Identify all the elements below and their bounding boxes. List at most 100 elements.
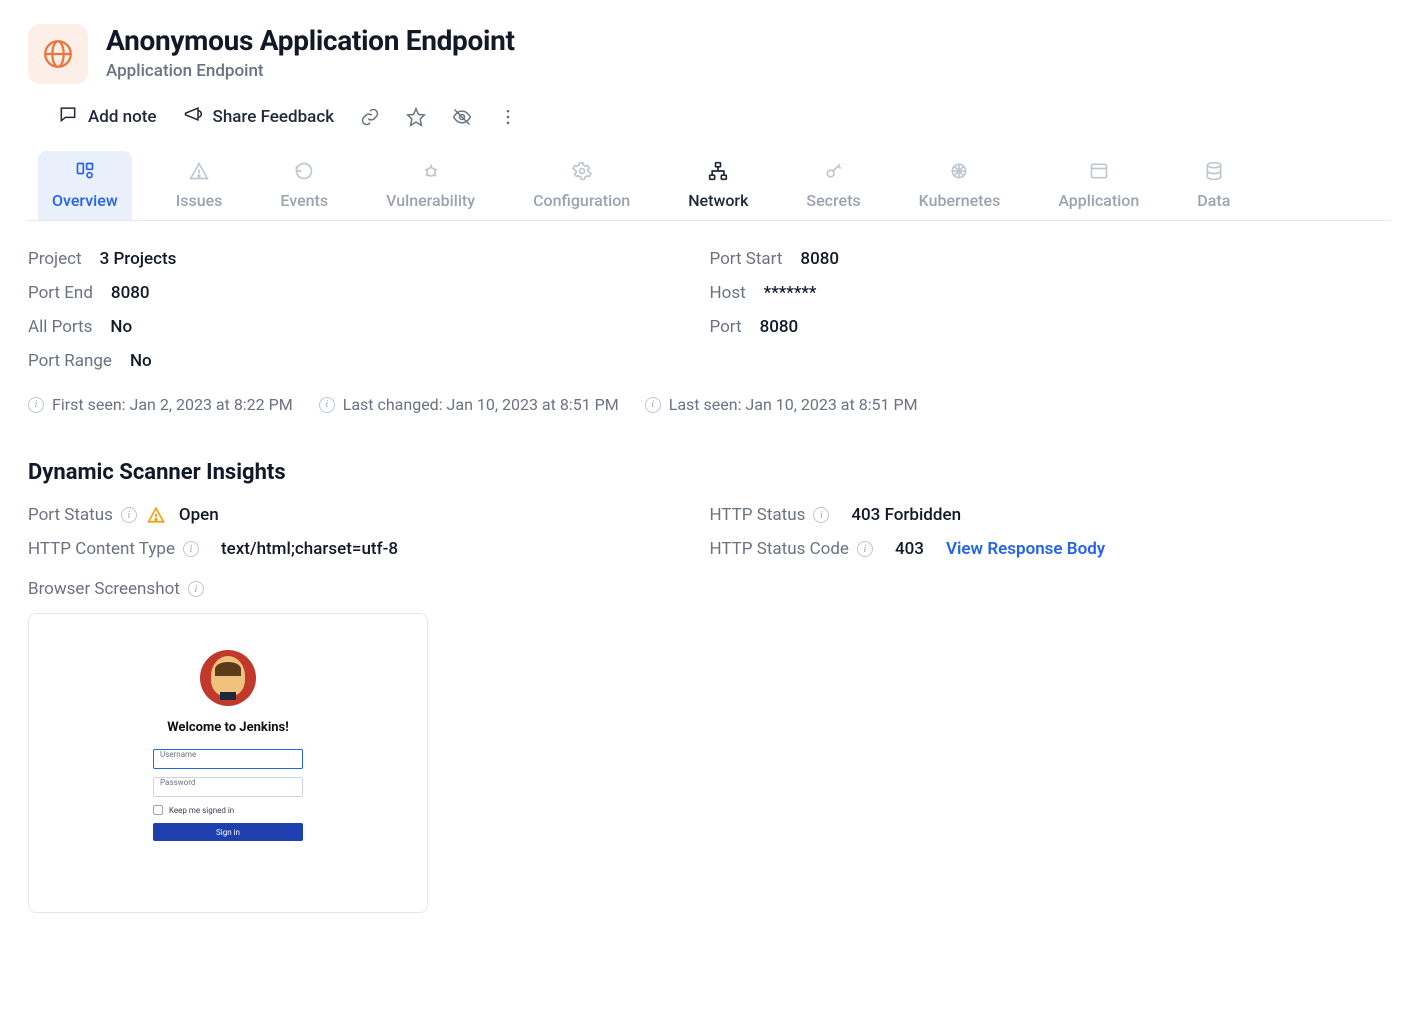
http-status-value: 403 Forbidden [851,505,961,525]
note-icon [58,104,78,129]
info-icon[interactable]: i [813,507,829,523]
tab-kubernetes-label: Kubernetes [919,191,1001,210]
view-response-body-link[interactable]: View Response Body [946,539,1105,559]
jenkins-logo-icon [200,650,256,706]
info-icon[interactable]: i [183,541,199,557]
action-bar: Add note Share Feedback [28,104,1391,129]
screenshot-welcome-text: Welcome to Jenkins! [167,720,289,735]
tab-issues-label: Issues [176,191,223,210]
http-status-label: HTTP Status [710,505,806,525]
info-icon[interactable]: i [857,541,873,557]
all-ports-value: No [110,317,132,337]
tab-vulnerability-label: Vulnerability [386,191,475,210]
share-feedback-button[interactable]: Share Feedback [183,104,335,129]
tab-bar: Overview Issues Events Vulnerability Con… [28,151,1391,221]
overview-icon [75,161,95,185]
port-status-label: Port Status [28,505,113,525]
history-icon [294,161,314,185]
link-icon[interactable] [360,107,380,127]
info-icon[interactable]: i [188,581,204,597]
tab-network-label: Network [688,191,748,210]
tab-overview-label: Overview [52,191,118,210]
screenshot-username-input: Username [153,749,303,769]
all-ports-label: All Ports [28,317,92,337]
first-seen: iFirst seen: Jan 2, 2023 at 8:22 PM [28,395,293,414]
port-value: 8080 [760,317,799,337]
host-value: ******* [764,283,817,303]
info-icon: i [319,397,335,413]
share-feedback-label: Share Feedback [213,107,335,127]
screenshot-keep-signed-in: Keep me signed in [153,805,303,815]
port-start-label: Port Start [710,249,783,269]
star-icon[interactable] [406,107,426,127]
screenshot-password-input: Password [153,777,303,797]
last-seen: iLast seen: Jan 10, 2023 at 8:51 PM [645,395,918,414]
http-status-code-value: 403 [895,539,924,559]
add-note-label: Add note [88,107,157,127]
dynamic-scanner-insights-title: Dynamic Scanner Insights [28,460,1391,485]
info-icon[interactable]: i [121,507,137,523]
port-start-value: 8080 [800,249,839,269]
warning-icon [147,506,165,524]
port-end-value: 8080 [111,283,150,303]
browser-screenshot[interactable]: Welcome to Jenkins! Username Password Ke… [28,613,428,913]
insights-left-column: Port Status i Open HTTP Content Type i tex… [28,505,710,913]
info-icon: i [28,397,44,413]
tab-application-label: Application [1058,191,1139,210]
tab-issues[interactable]: Issues [162,151,237,220]
tab-vulnerability[interactable]: Vulnerability [372,151,489,220]
tab-data[interactable]: Data [1183,151,1244,220]
network-icon [708,161,728,185]
tab-application[interactable]: Application [1044,151,1153,220]
window-icon [1089,161,1109,185]
tab-configuration-label: Configuration [533,191,630,210]
insights-right-column: HTTP Status i 403 Forbidden HTTP Status C… [710,505,1392,913]
tab-events-label: Events [280,191,328,210]
page-subtitle: Application Endpoint [106,61,515,81]
tab-data-label: Data [1197,191,1230,210]
add-note-button[interactable]: Add note [58,104,157,129]
http-content-type-value: text/html;charset=utf-8 [221,539,398,559]
details-left-column: Project 3 Projects Port End 8080 All Ports… [28,249,710,385]
warning-triangle-icon [189,161,209,185]
more-vertical-icon[interactable] [498,107,518,127]
tab-configuration[interactable]: Configuration [519,151,644,220]
application-endpoint-icon [28,24,88,84]
screenshot-login-form: Username Password Keep me signed in Sign… [153,749,303,841]
project-label: Project [28,249,82,269]
page-title: Anonymous Application Endpoint [106,24,515,57]
timestamps-row: iFirst seen: Jan 2, 2023 at 8:22 PM iLas… [28,395,1391,414]
last-changed: iLast changed: Jan 10, 2023 at 8:51 PM [319,395,619,414]
info-icon: i [645,397,661,413]
database-icon [1204,161,1224,185]
helm-icon [949,161,969,185]
screenshot-sign-in-button: Sign in [153,823,303,841]
tab-secrets[interactable]: Secrets [792,151,874,220]
insights-grid: Port Status i Open HTTP Content Type i tex… [28,505,1391,913]
details-grid: Project 3 Projects Port End 8080 All Ports… [28,249,1391,385]
key-icon [824,161,844,185]
port-label: Port [710,317,742,337]
http-content-type-label: HTTP Content Type [28,539,175,559]
page-header: Anonymous Application Endpoint Applicati… [28,24,1391,84]
port-status-value: Open [179,505,219,525]
checkbox-icon [153,805,163,815]
project-value: 3 Projects [100,249,177,269]
http-status-code-label: HTTP Status Code [710,539,849,559]
tab-overview[interactable]: Overview [38,151,132,220]
details-right-column: Port Start 8080 Host ******* Port 8080 [710,249,1392,385]
tab-network[interactable]: Network [674,151,762,220]
eye-off-icon[interactable] [452,107,472,127]
tab-kubernetes[interactable]: Kubernetes [905,151,1015,220]
gear-icon [572,161,592,185]
port-range-label: Port Range [28,351,112,371]
megaphone-icon [183,104,203,129]
title-block: Anonymous Application Endpoint Applicati… [106,24,515,81]
bug-icon [421,161,441,185]
tab-events[interactable]: Events [266,151,342,220]
port-range-value: No [130,351,152,371]
port-end-label: Port End [28,283,93,303]
tab-secrets-label: Secrets [806,191,860,210]
host-label: Host [710,283,746,303]
browser-screenshot-label: Browser Screenshot [28,579,180,599]
